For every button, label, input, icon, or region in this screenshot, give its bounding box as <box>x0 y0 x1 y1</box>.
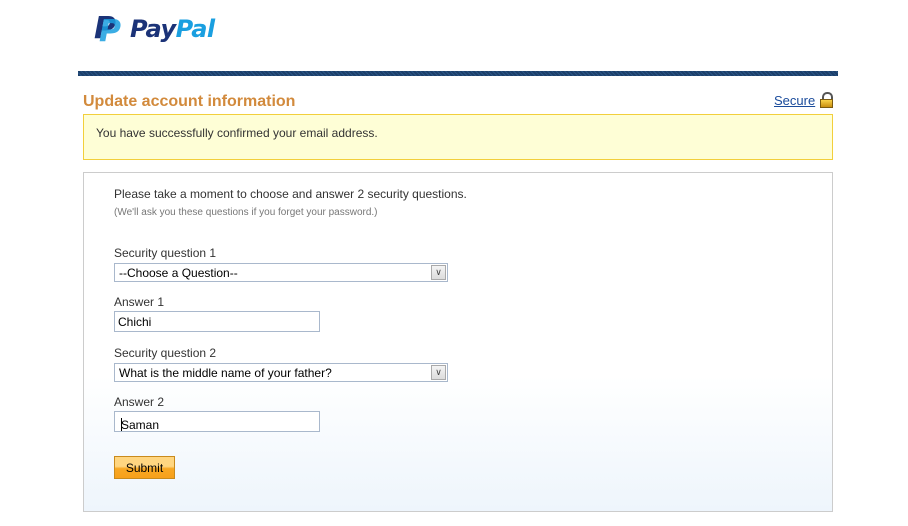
form-intro: Please take a moment to choose and answe… <box>114 187 467 201</box>
chevron-down-icon[interactable]: ∨ <box>431 365 446 380</box>
page-title: Update account information <box>83 93 296 110</box>
chevron-down-icon[interactable]: ∨ <box>431 265 446 280</box>
logo-pay: Pay <box>130 15 176 43</box>
question1-value: --Choose a Question-- <box>119 266 238 280</box>
answer1-value: Chichi <box>118 315 152 329</box>
answer2-label: Answer 2 <box>114 395 165 409</box>
question1-label: Security question 1 <box>114 246 217 260</box>
notice-text: You have successfully confirmed your ema… <box>96 126 378 140</box>
answer2-value: Saman <box>121 418 160 432</box>
lock-icon <box>820 92 834 108</box>
security-questions-form: Please take a moment to choose and answe… <box>83 172 833 512</box>
answer1-input[interactable]: Chichi <box>114 311 320 332</box>
paypal-logo: P P PayPal <box>94 11 215 49</box>
question2-select[interactable]: What is the middle name of your father? … <box>114 363 448 382</box>
secure-link-label[interactable]: Secure <box>774 93 815 108</box>
secure-link[interactable]: Secure <box>774 92 834 108</box>
question2-value: What is the middle name of your father? <box>119 366 332 380</box>
logo-pal: Pal <box>175 15 215 43</box>
success-notice: You have successfully confirmed your ema… <box>83 114 833 160</box>
form-hint: (We'll ask you these questions if you fo… <box>114 207 378 218</box>
header-divider <box>78 71 838 76</box>
answer1-label: Answer 1 <box>114 295 165 309</box>
text-caret <box>121 418 122 431</box>
paypal-p-icon: P P <box>94 11 121 49</box>
question2-label: Security question 2 <box>114 346 217 360</box>
submit-button[interactable]: Submit <box>114 456 175 479</box>
answer2-input[interactable]: Saman <box>114 411 320 432</box>
question1-select[interactable]: --Choose a Question-- ∨ <box>114 263 448 282</box>
